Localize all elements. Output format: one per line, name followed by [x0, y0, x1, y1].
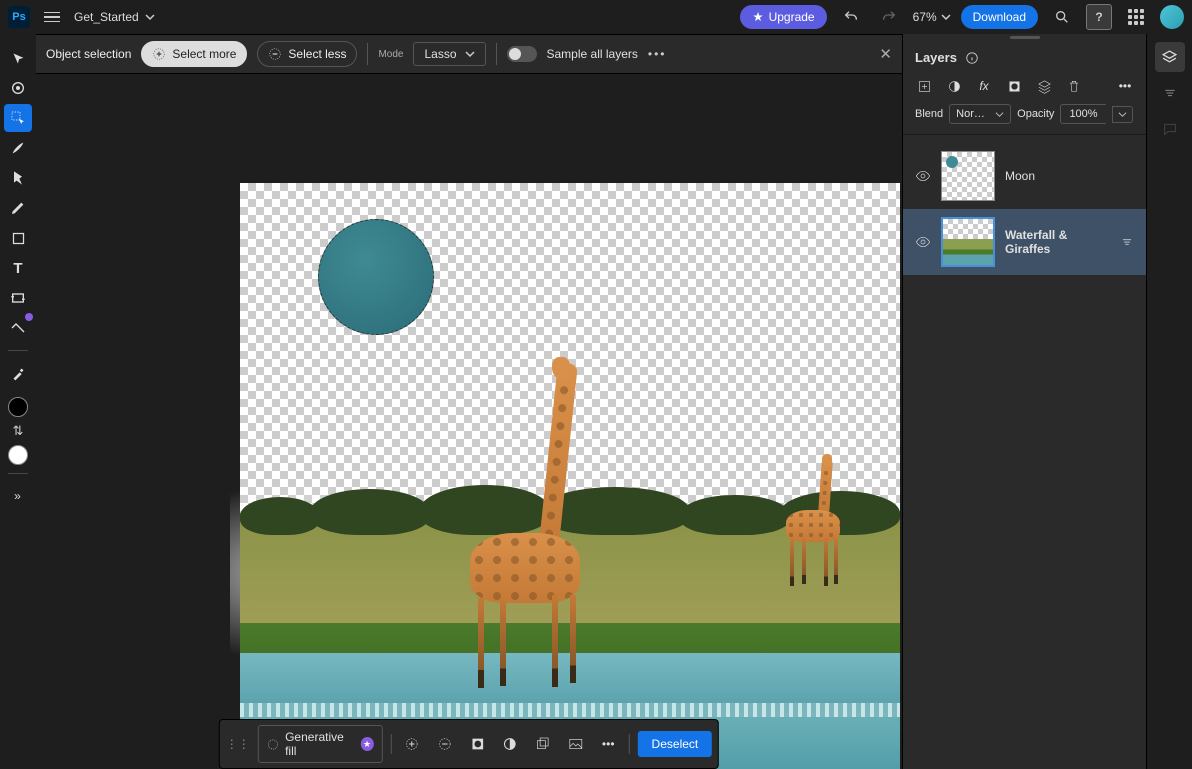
- minus-circle-icon: [268, 47, 282, 61]
- clone-tool[interactable]: [4, 164, 32, 192]
- menu-icon[interactable]: [40, 8, 64, 27]
- document-canvas[interactable]: [240, 183, 900, 769]
- options-bar: Object selection Select more Select less…: [36, 34, 902, 74]
- expand-tools[interactable]: »: [4, 482, 32, 510]
- zoom-dropdown[interactable]: 67%: [913, 10, 951, 24]
- upgrade-label: Upgrade: [769, 10, 815, 24]
- layer-thumb: [941, 217, 995, 267]
- visibility-icon[interactable]: [915, 168, 931, 184]
- top-bar: Ps Get_Started Upgrade 67% Download ?: [0, 0, 1192, 34]
- mask-icon[interactable]: [465, 731, 490, 757]
- smart-filter-icon[interactable]: [1120, 235, 1134, 249]
- options-label: Object selection: [46, 47, 131, 61]
- generative-fill-button[interactable]: Generative fill ★: [258, 725, 383, 763]
- search-icon[interactable]: [1048, 3, 1076, 31]
- move-tool[interactable]: [4, 44, 32, 72]
- adjustment-layer-icon[interactable]: [945, 79, 963, 94]
- redo-button[interactable]: [875, 3, 903, 31]
- chevron-down-icon: [465, 49, 475, 59]
- info-icon[interactable]: [965, 51, 979, 65]
- canvas-area: Object selection Select more Select less…: [36, 34, 902, 769]
- mode-label: Mode: [378, 49, 403, 60]
- layer-thumb: [941, 151, 995, 201]
- context-taskbar: ⋮⋮ Generative fill ★ ••• Deselect: [219, 719, 719, 769]
- crop-tool[interactable]: [4, 284, 32, 312]
- select-less-button[interactable]: Select less: [257, 41, 357, 67]
- download-button[interactable]: Download: [961, 5, 1038, 29]
- opacity-value[interactable]: 100%: [1060, 104, 1105, 124]
- fx-icon[interactable]: fx: [975, 79, 993, 94]
- giraffe-large: [460, 363, 600, 693]
- drag-handle-icon[interactable]: ⋮⋮: [226, 737, 250, 751]
- sample-all-toggle[interactable]: [507, 46, 537, 62]
- giraffe-small: [780, 458, 860, 588]
- shape-tool[interactable]: [4, 224, 32, 252]
- layer-row-moon[interactable]: Moon: [903, 143, 1146, 209]
- layer-options-icon[interactable]: •••: [1116, 79, 1134, 94]
- layer-name: Waterfall & Giraffes: [1005, 228, 1110, 256]
- avatar[interactable]: [1160, 5, 1184, 29]
- properties-strip-icon[interactable]: [1155, 78, 1185, 108]
- deselect-button[interactable]: Deselect: [638, 731, 713, 757]
- sparkle-icon: [267, 738, 279, 751]
- layer-row-waterfall[interactable]: Waterfall & Giraffes: [903, 209, 1146, 275]
- zoom-label: 67%: [913, 10, 937, 24]
- tool-strip: T ⇅ »: [0, 34, 36, 769]
- object-select-tool[interactable]: [4, 104, 32, 132]
- close-options-icon[interactable]: ✕: [879, 45, 892, 63]
- adjustment-icon[interactable]: [498, 731, 523, 757]
- foreground-color[interactable]: [8, 397, 28, 417]
- undo-button[interactable]: [837, 3, 865, 31]
- opacity-label: Opacity: [1017, 108, 1054, 120]
- apps-icon[interactable]: [1122, 3, 1150, 31]
- add-layer-icon[interactable]: [915, 79, 933, 94]
- delete-layer-icon[interactable]: [1065, 79, 1083, 94]
- eyedropper-tool[interactable]: [4, 359, 32, 387]
- file-name-dropdown[interactable]: Get_Started: [74, 10, 155, 24]
- layers-strip-icon[interactable]: [1155, 42, 1185, 72]
- right-strip: [1146, 34, 1192, 769]
- mask-layer-icon[interactable]: [1005, 79, 1023, 94]
- swap-colors-icon[interactable]: ⇅: [13, 423, 24, 439]
- layer-via-copy-icon[interactable]: [530, 731, 555, 757]
- chevron-down-icon: [941, 12, 951, 22]
- background-color[interactable]: [8, 445, 28, 465]
- pen-tool[interactable]: [4, 194, 32, 222]
- ai-badge-icon: ★: [360, 737, 373, 751]
- visibility-icon[interactable]: [915, 234, 931, 250]
- moon-selection: [318, 219, 434, 335]
- lasso-mode-select[interactable]: Lasso: [413, 42, 485, 66]
- layers-panel: Layers fx ••• Blend Nor… Opacity 100%: [902, 34, 1146, 769]
- layer-name: Moon: [1005, 169, 1134, 183]
- plus-circle-icon: [152, 47, 166, 61]
- chevron-down-icon: [145, 12, 155, 22]
- group-icon[interactable]: [1035, 79, 1053, 94]
- blend-mode-select[interactable]: Nor…: [949, 104, 1011, 124]
- spot-heal-tool[interactable]: [4, 314, 32, 342]
- blend-label: Blend: [915, 108, 943, 120]
- more-actions-icon[interactable]: •••: [596, 731, 621, 757]
- add-selection-icon[interactable]: [400, 731, 425, 757]
- brush-tool[interactable]: [4, 134, 32, 162]
- image-icon[interactable]: [563, 731, 588, 757]
- comments-strip-icon[interactable]: [1155, 114, 1185, 144]
- sample-all-label: Sample all layers: [547, 47, 638, 61]
- text-tool[interactable]: T: [4, 254, 32, 282]
- transform-tool[interactable]: [4, 74, 32, 102]
- layers-title: Layers: [915, 50, 957, 65]
- upgrade-button[interactable]: Upgrade: [740, 5, 827, 29]
- ps-logo[interactable]: Ps: [8, 6, 30, 28]
- more-options-icon[interactable]: •••: [648, 47, 667, 61]
- star-icon: [752, 11, 764, 23]
- help-button[interactable]: ?: [1086, 4, 1112, 30]
- file-name-label: Get_Started: [74, 10, 139, 24]
- subtract-selection-icon[interactable]: [432, 731, 457, 757]
- select-more-button[interactable]: Select more: [141, 41, 247, 67]
- opacity-dropdown[interactable]: [1112, 106, 1133, 123]
